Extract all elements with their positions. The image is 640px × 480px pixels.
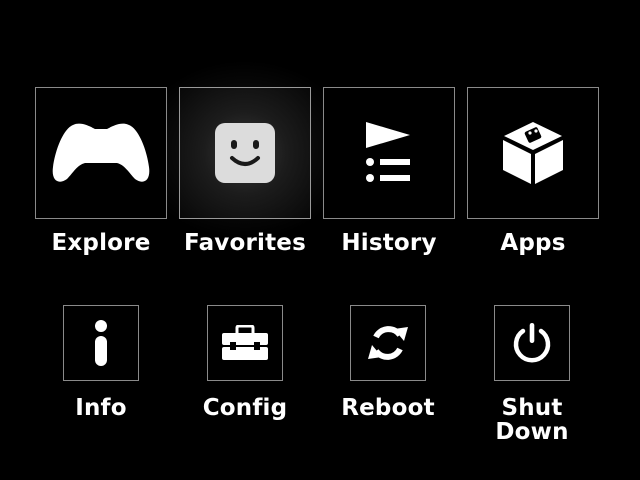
app-box-icon [468,88,598,218]
reboot-label: Reboot [341,395,435,421]
shutdown-tile[interactable] [494,305,570,381]
apps-label: Apps [500,230,566,256]
config-tile[interactable] [207,305,283,381]
config-label: Config [202,395,288,421]
reboot-tile[interactable] [350,305,426,381]
info-tile[interactable] [63,305,139,381]
explore-label: Explore [51,230,151,256]
playlist-icon [324,88,454,218]
refresh-icon [351,306,425,380]
favorites-tile[interactable] [179,87,311,219]
power-icon [495,306,569,380]
gamepad-icon [36,88,166,218]
shutdown-label: Shut Down [495,395,569,445]
apps-tile[interactable] [467,87,599,219]
main-menu-screen: Explore Favorites History Apps Info Conf… [0,0,640,480]
history-label: History [341,230,437,256]
info-label: Info [75,395,127,421]
history-tile[interactable] [323,87,455,219]
favorites-label: Favorites [184,230,306,256]
explore-tile[interactable] [35,87,167,219]
toolbox-icon [208,306,282,380]
smiley-face-icon [180,88,310,218]
info-icon [64,306,138,380]
